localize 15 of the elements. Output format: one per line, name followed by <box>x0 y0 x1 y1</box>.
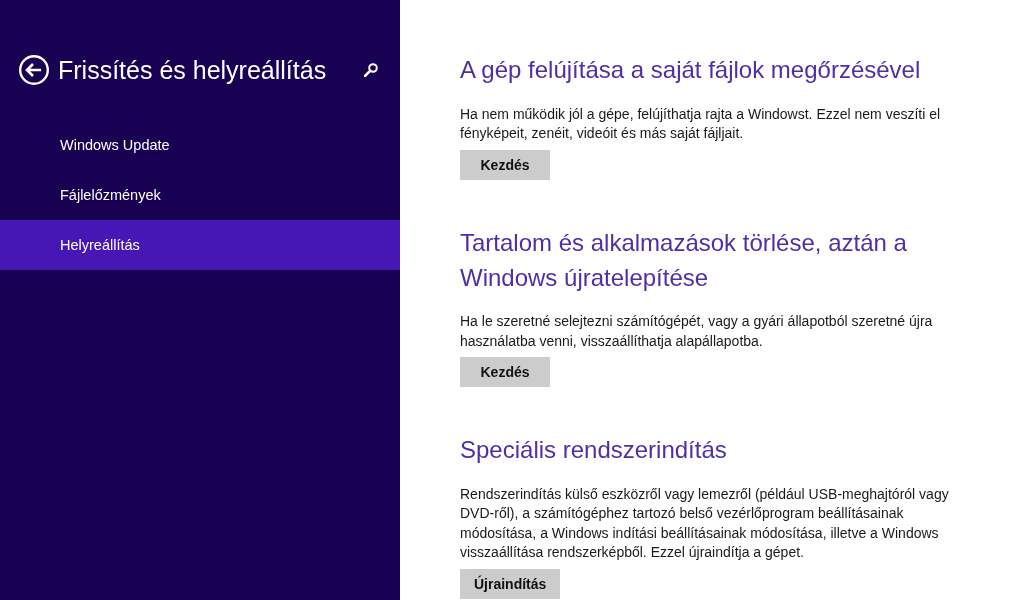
action-button[interactable]: Kezdés <box>460 149 550 180</box>
search-icon[interactable] <box>364 63 378 77</box>
section-heading: A gép felújítása a saját fájlok megőrzésével <box>460 55 922 85</box>
section-description: Ha nem működik jól a gépe, felújíthatja rajta a Windowst. Ezzel nem veszíti el fényképeit, zenéit, videóit és más saját fájljait. <box>460 104 942 143</box>
back-icon[interactable] <box>19 55 49 85</box>
nav-item[interactable]: Helyreállítás <box>0 220 400 270</box>
section-heading: Tartalom és alkalmazások törlése, aztán a Windows újratelepítése <box>460 227 908 293</box>
action-button[interactable]: Újraindítás <box>460 568 561 599</box>
nav-item[interactable]: Fájlelőzmények <box>0 170 400 220</box>
action-button[interactable]: Kezdés <box>460 357 550 387</box>
nav-item[interactable]: Windows Update <box>0 120 400 170</box>
page-title: Frissítés és helyreállítás <box>58 55 328 85</box>
section-heading: Speciális rendszerindítás <box>460 435 728 465</box>
section-description: Ha le szeretné selejtezni számítógépét, vagy a gyári állapotból szeretné újra használatba venni, visszaállíthatja alapállapotba. <box>460 312 934 351</box>
section-description: Rendszerindítás külső eszközről vagy lemezről (például USB-meghajtóról vagy DVD-ről), a számítógéphez tartozó belső vezérlőprogram beállításainak módosítása, a Windows indítási beállításainak módosítása, illetve a Windows visszaállítása rendszerképből. Ezzel újraindítja a gépet. <box>460 484 950 562</box>
